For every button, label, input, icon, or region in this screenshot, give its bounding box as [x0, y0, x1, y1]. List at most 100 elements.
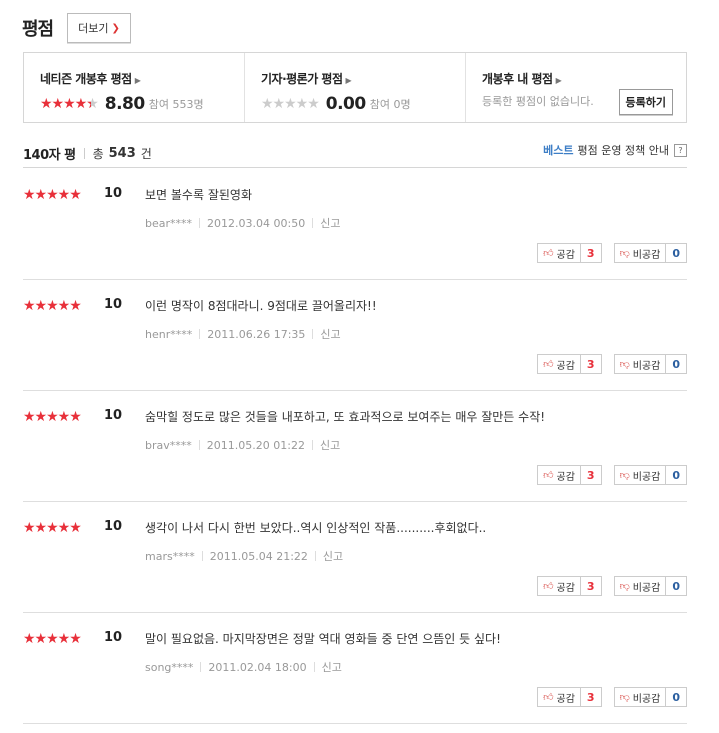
- divider: [200, 662, 202, 672]
- dislike-button[interactable]: 👎︎ 비공감 0: [613, 465, 687, 485]
- review-text: 보면 볼수록 잘된영화: [145, 188, 252, 202]
- divider: [199, 329, 201, 339]
- dislike-button[interactable]: 👎︎ 비공감 0: [613, 243, 687, 263]
- netizen-rating-title[interactable]: 네티즌 개봉후 평점 ▶: [40, 70, 244, 87]
- caret-right-icon: ▶: [345, 76, 352, 85]
- review-item: ★★★★★ 10 숨막힐 정도로 많은 것들을 내포하고, 또 효과적으로 보여…: [23, 391, 687, 502]
- review-date: 2011.05.20 01:22: [206, 438, 305, 452]
- more-button[interactable]: 더보기 ❯: [67, 13, 131, 43]
- divider: [313, 662, 315, 672]
- review-item: ★★★★★ 10 이런 명작이 8점대라니. 9점대로 끌어올리자!! henr…: [23, 280, 687, 391]
- like-button[interactable]: 👍︎ 공감 3: [537, 465, 602, 485]
- count-suffix: 건: [140, 147, 152, 161]
- review-score: 10: [104, 297, 123, 312]
- my-rating: 개봉후 내 평점 ▶ 등록한 평점이 없습니다. 등록하기: [466, 53, 686, 122]
- review-date: 2011.05.04 21:22: [209, 549, 308, 563]
- divider: [198, 440, 200, 450]
- review-stars: ★★★★★: [23, 409, 82, 425]
- dislike-count: 0: [665, 577, 686, 595]
- netizen-score: 8.80: [104, 94, 145, 114]
- vote-buttons: 👍︎ 공감 3 👎︎ 비공감 0: [537, 465, 687, 485]
- thumbs-down-icon: 👎︎: [619, 692, 630, 703]
- critic-stars: ★★★★★: [261, 96, 320, 112]
- like-button[interactable]: 👍︎ 공감 3: [537, 687, 602, 707]
- more-button-label: 더보기: [78, 22, 109, 35]
- review-count: 543: [108, 146, 136, 161]
- thumbs-up-icon: 👍︎: [543, 248, 554, 259]
- like-button[interactable]: 👍︎ 공감 3: [537, 354, 602, 374]
- caret-right-icon: ▶: [134, 76, 141, 85]
- vote-buttons: 👍︎ 공감 3 👎︎ 비공감 0: [537, 687, 687, 707]
- dislike-count: 0: [665, 244, 686, 262]
- review-score: 10: [104, 408, 123, 423]
- dislike-button[interactable]: 👎︎ 비공감 0: [613, 576, 687, 596]
- report-link[interactable]: 신고: [323, 548, 343, 564]
- thumbs-up-icon: 👍︎: [543, 470, 554, 481]
- critic-score: 0.00: [325, 94, 366, 114]
- page-title: 평점: [22, 19, 54, 40]
- divider: [201, 551, 203, 561]
- divider: [312, 329, 314, 339]
- my-rating-title[interactable]: 개봉후 내 평점 ▶: [482, 70, 686, 87]
- like-button[interactable]: 👍︎ 공감 3: [537, 576, 602, 596]
- review-stars: ★★★★★: [23, 298, 82, 314]
- review-date: 2011.06.26 17:35: [207, 327, 306, 341]
- review-info: bear**** 2012.03.04 00:50 신고: [145, 215, 340, 231]
- review-meta-bar: 140자 평 총 543 건 베스트 평점 운영 정책 안내 ?: [23, 140, 687, 168]
- review-user: brav****: [145, 438, 192, 452]
- divider: [312, 218, 314, 228]
- policy-label: 평점 운영 정책 안내: [577, 144, 669, 157]
- review-type-label: 140자 평: [23, 148, 76, 163]
- divider: [83, 148, 85, 159]
- critic-participants: 참여 0명: [369, 98, 411, 111]
- rating-summary: 네티즌 개봉후 평점▶ ★★★★★★ 8.80 참여 553명 기자·평론가 평…: [23, 52, 687, 123]
- thumbs-up-icon: 👍︎: [543, 692, 554, 703]
- report-link[interactable]: 신고: [320, 215, 340, 231]
- review-info: henr**** 2011.06.26 17:35 신고: [145, 326, 341, 342]
- dislike-button[interactable]: 👎︎ 비공감 0: [613, 354, 687, 374]
- vote-buttons: 👍︎ 공감 3 👎︎ 비공감 0: [537, 243, 687, 263]
- review-stars: ★★★★★: [23, 631, 82, 647]
- like-count: 3: [579, 244, 601, 262]
- divider: [199, 218, 201, 228]
- like-button[interactable]: 👍︎ 공감 3: [537, 243, 602, 263]
- dislike-label: 비공감: [632, 582, 661, 594]
- report-link[interactable]: 신고: [320, 326, 340, 342]
- netizen-stars: ★★★★★★: [40, 96, 99, 112]
- review-user: mars****: [145, 549, 195, 563]
- review-text: 숨막힐 정도로 많은 것들을 내포하고, 또 효과적으로 보여주는 매우 잘만든…: [145, 410, 546, 424]
- review-item: ★★★★★ 10 생각이 나서 다시 한번 보았다..역시 인상적인 작품...…: [23, 502, 687, 613]
- dislike-label: 비공감: [632, 360, 661, 372]
- total-prefix: 총: [92, 147, 104, 161]
- netizen-rating: 네티즌 개봉후 평점▶ ★★★★★★ 8.80 참여 553명: [24, 53, 245, 122]
- thumbs-down-icon: 👎︎: [619, 470, 630, 481]
- review-info: mars**** 2011.05.04 21:22 신고: [145, 548, 343, 564]
- like-count: 3: [579, 688, 601, 706]
- divider: [311, 440, 313, 450]
- dislike-count: 0: [665, 466, 686, 484]
- critic-rating-title[interactable]: 기자·평론가 평점 ▶: [261, 70, 465, 87]
- chevron-right-icon: ❯: [111, 22, 120, 34]
- like-count: 3: [579, 466, 601, 484]
- like-count: 3: [579, 577, 601, 595]
- policy-link[interactable]: 베스트 평점 운영 정책 안내 ?: [543, 142, 687, 158]
- like-label: 공감: [556, 693, 575, 705]
- review-text: 이런 명작이 8점대라니. 9점대로 끌어올리자!!: [145, 299, 377, 313]
- thumbs-up-icon: 👍︎: [543, 359, 554, 370]
- report-link[interactable]: 신고: [322, 659, 342, 675]
- thumbs-down-icon: 👎︎: [619, 359, 630, 370]
- thumbs-down-icon: 👎︎: [619, 581, 630, 592]
- report-link[interactable]: 신고: [320, 437, 340, 453]
- caret-right-icon: ▶: [555, 76, 562, 85]
- review-info: song**** 2011.02.04 18:00 신고: [145, 659, 342, 675]
- register-rating-button[interactable]: 등록하기: [618, 89, 673, 115]
- review-score: 10: [104, 630, 123, 645]
- dislike-label: 비공감: [632, 471, 661, 483]
- dislike-button[interactable]: 👎︎ 비공감 0: [613, 687, 687, 707]
- review-text: 말이 필요없음. 마지막장면은 정말 역대 영화들 중 단연 으뜸인 듯 싶다!: [145, 632, 501, 646]
- review-score: 10: [104, 519, 123, 534]
- thumbs-up-icon: 👍︎: [543, 581, 554, 592]
- help-icon[interactable]: ?: [674, 143, 687, 157]
- like-label: 공감: [556, 471, 575, 483]
- vote-buttons: 👍︎ 공감 3 👎︎ 비공감 0: [537, 576, 687, 596]
